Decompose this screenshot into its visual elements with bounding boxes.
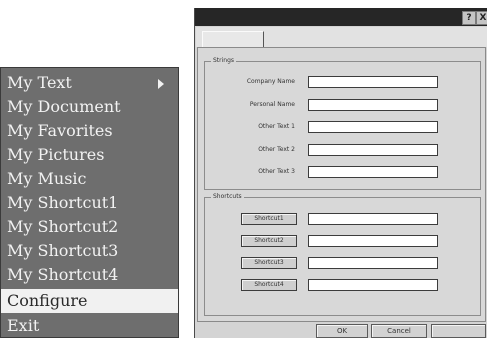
shortcut2-field[interactable] <box>308 235 438 247</box>
shortcut1-button[interactable]: Shortcut1 <box>241 213 297 225</box>
close-icon[interactable]: X <box>476 11 487 25</box>
shortcut3-button[interactable]: Shortcut3 <box>241 257 297 269</box>
strings-group-label: Strings <box>211 56 237 66</box>
company-name-label: Company Name <box>246 78 295 85</box>
help-icon[interactable]: ? <box>462 11 476 25</box>
cancel-button[interactable]: Cancel <box>371 324 427 338</box>
context-menu: My Text My Document My Favorites My Pict… <box>0 67 179 338</box>
other-text-2-field[interactable] <box>308 144 438 156</box>
menu-item-my-shortcut1[interactable]: My Shortcut1 <box>1 191 178 215</box>
apply-button[interactable] <box>431 324 486 338</box>
other-text-1-label: Other Text 1 <box>258 123 295 130</box>
tab-general[interactable] <box>202 31 264 48</box>
menu-item-my-favorites[interactable]: My Favorites <box>1 119 178 143</box>
shortcuts-group: Shortcuts Shortcut1 Shortcut2 Shortcut3 … <box>204 192 481 316</box>
submenu-arrow-icon <box>158 79 164 89</box>
dialog-title-bar[interactable]: ? X <box>195 8 487 26</box>
menu-item-my-text[interactable]: My Text <box>1 71 178 95</box>
menu-item-my-shortcut2[interactable]: My Shortcut2 <box>1 215 178 239</box>
shortcut4-field[interactable] <box>308 279 438 291</box>
tab-panel: Strings Company Name Personal Name Other… <box>197 47 486 322</box>
menu-item-label: My Text <box>7 73 72 92</box>
menu-item-my-music[interactable]: My Music <box>1 167 178 191</box>
configure-dialog: ? X Strings Company Name Personal Name O… <box>194 8 487 338</box>
shortcut3-field[interactable] <box>308 257 438 269</box>
shortcut2-button[interactable]: Shortcut2 <box>241 235 297 247</box>
menu-item-my-shortcut3[interactable]: My Shortcut3 <box>1 239 178 263</box>
other-text-3-label: Other Text 3 <box>258 168 295 175</box>
other-text-2-label: Other Text 2 <box>258 146 295 153</box>
ok-button[interactable]: OK <box>316 324 368 338</box>
menu-item-configure[interactable]: Configure <box>1 289 178 313</box>
other-text-1-field[interactable] <box>308 121 438 133</box>
personal-name-field[interactable] <box>308 99 438 111</box>
menu-item-my-document[interactable]: My Document <box>1 95 178 119</box>
menu-item-my-shortcut4[interactable]: My Shortcut4 <box>1 263 178 287</box>
shortcuts-group-label: Shortcuts <box>211 192 244 202</box>
shortcut4-button[interactable]: Shortcut4 <box>241 279 297 291</box>
menu-item-exit[interactable]: Exit <box>1 314 178 338</box>
other-text-3-field[interactable] <box>308 166 438 178</box>
menu-item-my-pictures[interactable]: My Pictures <box>1 143 178 167</box>
tab-strip <box>196 27 487 48</box>
shortcut1-field[interactable] <box>308 213 438 225</box>
strings-group: Strings Company Name Personal Name Other… <box>204 56 481 190</box>
company-name-field[interactable] <box>308 76 438 88</box>
personal-name-label: Personal Name <box>249 101 295 108</box>
